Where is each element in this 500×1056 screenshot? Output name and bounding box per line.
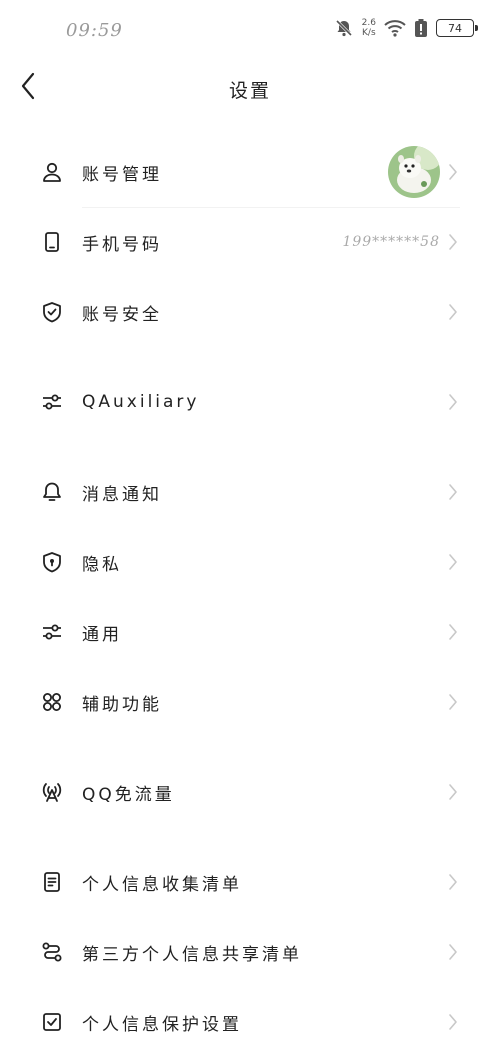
sliders-icon [40, 620, 64, 644]
row-general[interactable]: 通用 [0, 597, 500, 667]
bell-muted-icon [334, 18, 354, 38]
row-qauxiliary[interactable]: QAuxiliary [0, 367, 500, 437]
row-account-security[interactable]: 账号安全 [0, 277, 500, 347]
row-qq-free-data[interactable]: QQ免流量 [0, 757, 500, 827]
sliders-icon [40, 390, 64, 414]
chevron-right-icon [448, 162, 462, 182]
checkbox-icon [40, 1010, 64, 1034]
battery-level: 74 [436, 19, 478, 37]
row-phone-number[interactable]: 手机号码 199******58 [0, 207, 500, 277]
chevron-right-icon [448, 392, 462, 412]
row-label: 通用 [82, 624, 122, 645]
row-label: 消息通知 [82, 484, 162, 505]
chevron-right-icon [448, 232, 462, 252]
chevron-right-icon [448, 552, 462, 572]
row-accessibility[interactable]: 辅助功能 [0, 667, 500, 737]
row-label: 账号安全 [82, 304, 162, 325]
chevron-right-icon [448, 942, 462, 962]
wifi-icon [384, 19, 406, 37]
phone-number-value: 199******58 [342, 234, 440, 250]
chevron-right-icon [448, 872, 462, 892]
shield-check-icon [40, 300, 64, 324]
status-time: 09:59 [66, 20, 123, 41]
status-icons: 2.6 K/s 74 [334, 18, 478, 38]
row-account-management[interactable]: 账号管理 [0, 137, 500, 207]
row-label: 辅助功能 [82, 694, 162, 715]
row-label: 个人信息保护设置 [82, 1014, 242, 1035]
phone-icon [40, 230, 64, 254]
chevron-right-icon [448, 782, 462, 802]
row-personal-info-collection-list[interactable]: 个人信息收集清单 [0, 847, 500, 917]
bell-icon [40, 480, 64, 504]
signal-tower-icon [40, 780, 64, 804]
status-bar: 09:59 2.6 K/s 74 [0, 0, 500, 60]
row-label: 个人信息收集清单 [82, 874, 242, 895]
chevron-right-icon [448, 692, 462, 712]
chevron-right-icon [448, 1012, 462, 1032]
chevron-right-icon [448, 622, 462, 642]
grid-circles-icon [40, 690, 64, 714]
row-label: 账号管理 [82, 164, 162, 185]
row-label: 手机号码 [82, 234, 162, 255]
net-speed-value: 2.6 [361, 18, 376, 28]
chevron-right-icon [448, 302, 462, 322]
header: 设置 [0, 60, 500, 116]
row-label: QAuxiliary [82, 392, 200, 412]
avatar[interactable] [388, 146, 440, 198]
document-icon [40, 870, 64, 894]
shield-lock-icon [40, 550, 64, 574]
row-label: 隐私 [82, 554, 122, 575]
row-privacy[interactable]: 隐私 [0, 527, 500, 597]
row-label: QQ免流量 [82, 784, 175, 805]
row-notifications[interactable]: 消息通知 [0, 457, 500, 527]
net-speed: 2.6 K/s [362, 18, 376, 38]
person-icon [40, 160, 64, 184]
share-flow-icon [40, 940, 64, 964]
chevron-right-icon [448, 482, 462, 502]
row-personal-info-protection-settings[interactable]: 个人信息保护设置 [0, 987, 500, 1056]
row-third-party-sharing-list[interactable]: 第三方个人信息共享清单 [0, 917, 500, 987]
battery-alert-icon [414, 18, 428, 38]
net-speed-unit: K/s [362, 28, 376, 38]
page-title: 设置 [228, 80, 271, 102]
row-label: 第三方个人信息共享清单 [82, 944, 302, 965]
